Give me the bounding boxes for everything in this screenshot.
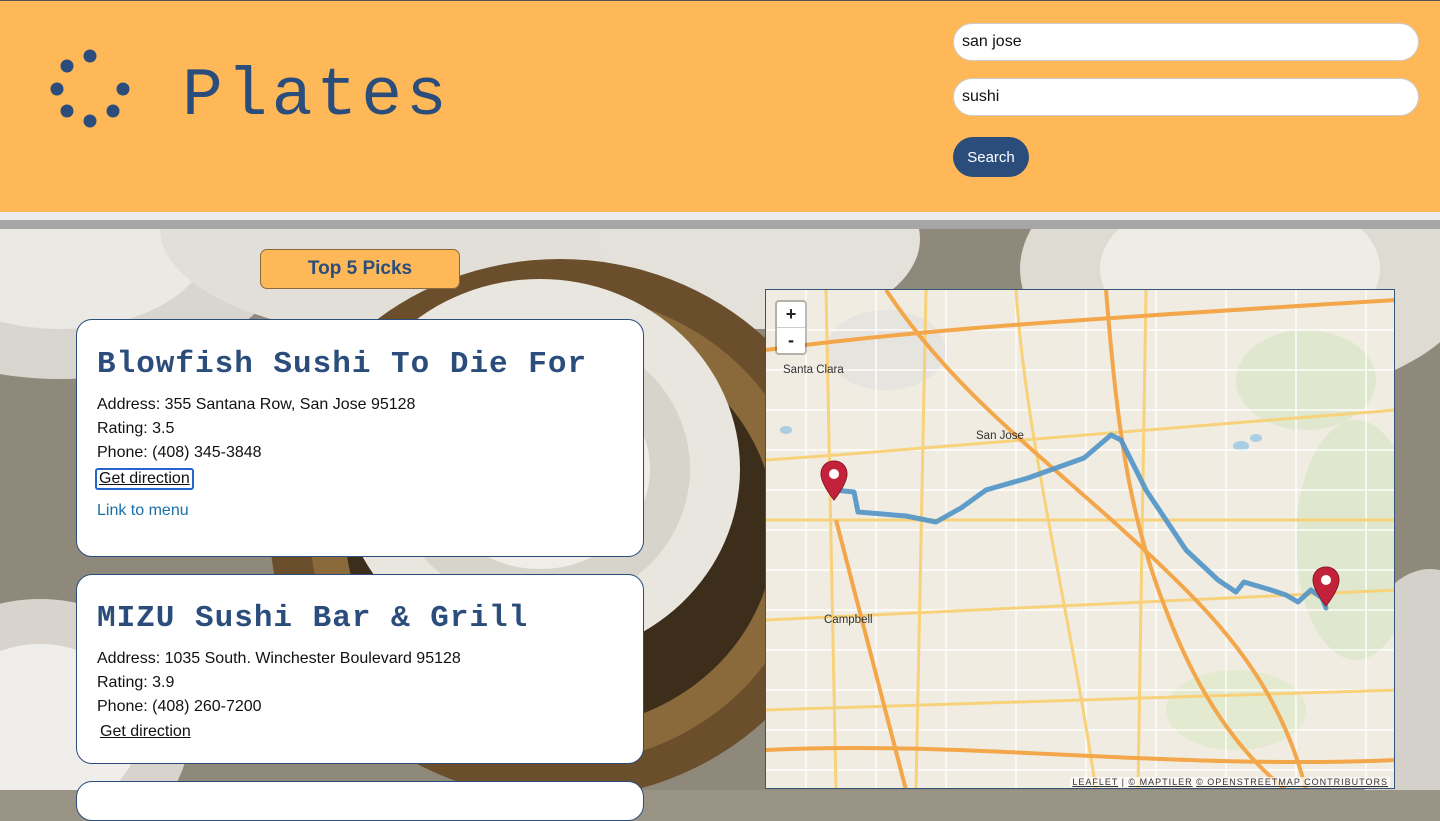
map-label-san-jose: San Jose (976, 430, 1024, 442)
restaurant-address: Address: 355 Santana Row, San Jose 95128 (97, 396, 416, 413)
restaurant-address: Address: 1035 South. Winchester Boulevar… (97, 650, 461, 667)
route-map[interactable]: Santa Clara San Jose Campbell + - LEAFLE… (765, 289, 1395, 789)
restaurant-phone: Phone: (408) 260-7200 (97, 698, 262, 715)
restaurant-card (76, 781, 644, 821)
restaurant-name: MIZU Sushi Bar & Grill (97, 601, 529, 636)
leaflet-link[interactable]: LEAFLET (1072, 777, 1118, 787)
restaurant-rating: Rating: 3.5 (97, 420, 175, 437)
food-input[interactable] (953, 78, 1419, 116)
zoom-out-button[interactable]: - (777, 328, 805, 353)
attribution-separator: | (1118, 777, 1129, 787)
map-label-santa-clara: Santa Clara (783, 364, 844, 376)
map-attribution: LEAFLET | © MAPTILER © OPENSTREETMAP CON… (1070, 777, 1390, 787)
header-divider (0, 212, 1440, 220)
restaurant-name: Blowfish Sushi To Die For (97, 347, 588, 382)
restaurant-phone: Phone: (408) 345-3848 (97, 444, 262, 461)
get-direction-link[interactable]: Get direction (95, 468, 194, 490)
location-input[interactable] (953, 23, 1419, 61)
search-button[interactable]: Search (953, 137, 1029, 177)
zoom-in-button[interactable]: + (777, 302, 805, 328)
restaurant-card: MIZU Sushi Bar & Grill Address: 1035 Sou… (76, 574, 644, 764)
map-label-campbell: Campbell (824, 614, 873, 626)
plates-logo-icon (50, 49, 130, 128)
zoom-control: + - (775, 300, 807, 355)
top-picks-label: Top 5 Picks (260, 249, 460, 289)
brand-title: Plates (182, 58, 451, 135)
map-marker-end-icon[interactable] (1311, 566, 1341, 608)
menu-link[interactable]: Link to menu (97, 502, 623, 520)
map-marker-start-icon[interactable] (819, 460, 849, 502)
restaurant-card: Blowfish Sushi To Die For Address: 355 S… (76, 319, 644, 557)
osm-link[interactable]: © OPENSTREETMAP CONTRIBUTORS (1196, 777, 1388, 787)
map-tiles (766, 290, 1394, 788)
restaurant-rating: Rating: 3.9 (97, 674, 175, 691)
maptiler-link[interactable]: © MAPTILER (1129, 777, 1193, 787)
header-divider-dark (0, 220, 1440, 229)
header: Plates Search (0, 0, 1440, 212)
get-direction-link[interactable]: Get direction (97, 722, 194, 742)
